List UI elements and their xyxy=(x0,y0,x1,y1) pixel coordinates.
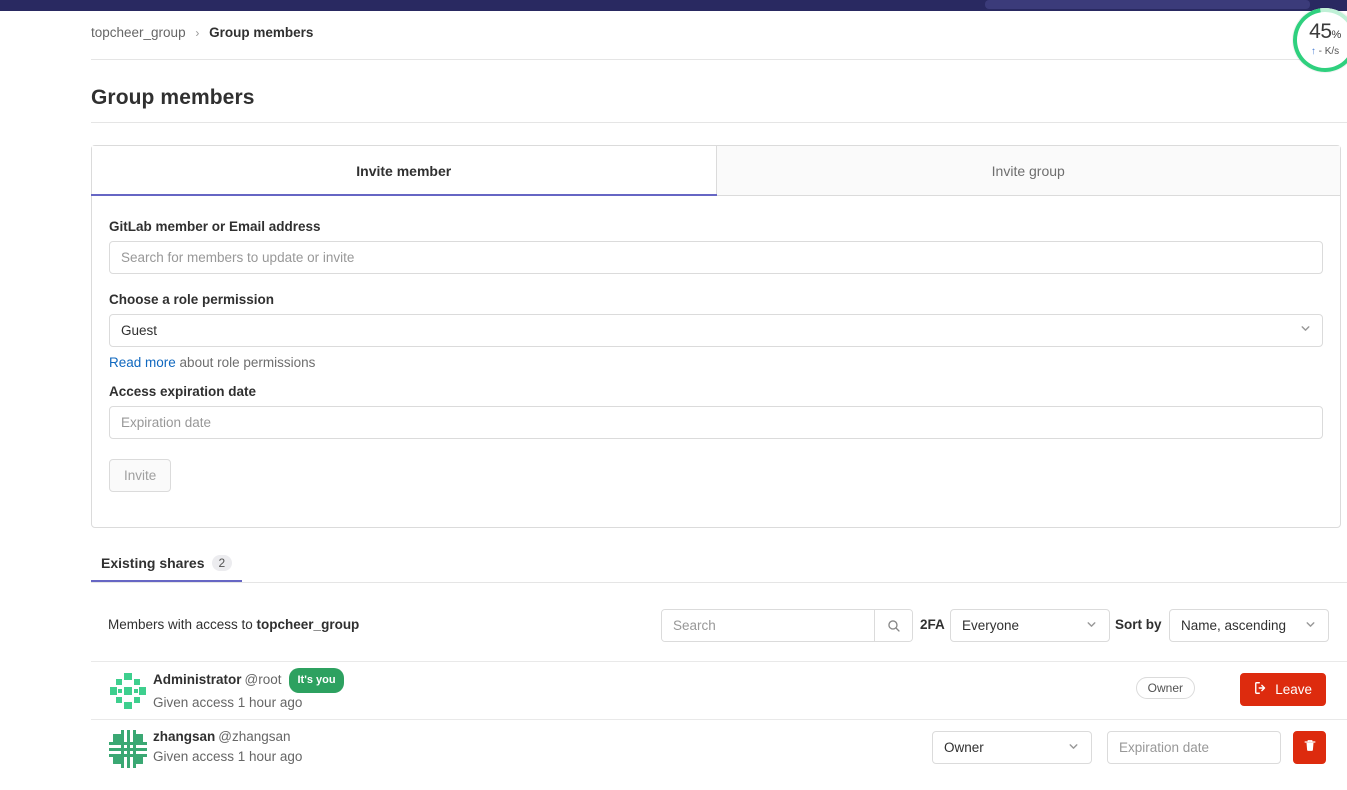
invite-form: GitLab member or Email address Choose a … xyxy=(92,196,1340,492)
members-caption: Members with access to topcheer_group xyxy=(108,617,359,632)
member-expiration-input[interactable] xyxy=(1107,731,1281,764)
members-filter-row: Members with access to topcheer_group 2F… xyxy=(91,604,1347,662)
top-navbar xyxy=(0,0,1347,11)
sign-out-icon xyxy=(1254,681,1268,698)
member-search-input[interactable] xyxy=(109,241,1323,274)
role-select[interactable]: Guest xyxy=(109,314,1323,347)
monitor-percent-unit: % xyxy=(1331,29,1342,41)
member-identity: Administrator @root It's you xyxy=(153,668,344,693)
member-access-text: Given access 1 hour ago xyxy=(153,749,303,764)
members-caption-group: topcheer_group xyxy=(256,617,360,632)
twofa-select-wrap: Everyone xyxy=(950,609,1110,642)
tab-invite-group[interactable]: Invite group xyxy=(716,146,1340,195)
status-badge: It's you xyxy=(289,668,344,693)
twofa-selected-value: Everyone xyxy=(962,618,1020,633)
role-select-wrap: Guest xyxy=(109,314,1323,347)
page-title: Group members xyxy=(91,86,255,110)
sort-by-label: Sort by xyxy=(1115,617,1162,632)
sort-selected-value: Name, ascending xyxy=(1181,618,1287,633)
monitor-percent: 45% xyxy=(1293,20,1347,44)
member-handle: @zhangsan xyxy=(218,729,291,744)
identicon-avatar[interactable] xyxy=(107,728,149,770)
read-more-rest: about role permissions xyxy=(175,355,316,370)
network-monitor-widget[interactable]: 45% ↑ - K/s xyxy=(1280,0,1347,85)
twofa-select[interactable]: Everyone xyxy=(950,609,1110,642)
identicon-avatar[interactable] xyxy=(107,670,149,712)
members-search-group xyxy=(661,609,913,642)
chevron-down-icon xyxy=(1067,740,1080,756)
table-row: zhangsan @zhangsan Given access 1 hour ag… xyxy=(91,720,1347,778)
title-divider xyxy=(91,122,1347,123)
breadcrumb: topcheer_group › Group members xyxy=(91,25,313,40)
header-divider xyxy=(91,59,1347,60)
tab-invite-member[interactable]: Invite member xyxy=(91,146,717,196)
global-search-box[interactable] xyxy=(985,0,1310,9)
shares-tabbar: Existing shares 2 xyxy=(91,550,1347,583)
member-role-selected-value: Owner xyxy=(944,740,984,755)
existing-shares-count: 2 xyxy=(211,555,233,571)
table-row: Administrator @root It's you Given access … xyxy=(91,662,1347,720)
monitor-percent-value: 45 xyxy=(1309,20,1332,43)
members-caption-prefix: Members with access to xyxy=(108,617,257,632)
member-name: zhangsan xyxy=(153,729,216,744)
invite-button[interactable]: Invite xyxy=(109,459,172,492)
member-handle: @root xyxy=(244,672,282,687)
member-info: Administrator @root It's you Given access … xyxy=(153,668,344,713)
member-role-select-wrap: Owner xyxy=(932,731,1092,764)
tab-existing-shares-label: Existing shares xyxy=(101,555,205,571)
member-name: Administrator xyxy=(153,672,242,687)
breadcrumb-current: Group members xyxy=(209,25,314,40)
member-field-label: GitLab member or Email address xyxy=(109,219,321,234)
delete-member-button[interactable] xyxy=(1293,731,1326,764)
chevron-down-icon xyxy=(1085,618,1098,634)
leave-button[interactable]: Leave xyxy=(1240,673,1326,706)
monitor-speed: ↑ - K/s xyxy=(1293,46,1347,57)
sort-select[interactable]: Name, ascending xyxy=(1169,609,1329,642)
invite-card: Invite member Invite group GitLab member… xyxy=(91,145,1341,528)
role-field-label: Choose a role permission xyxy=(109,292,275,307)
monitor-speed-value: - K/s xyxy=(1318,46,1340,57)
members-search-input[interactable] xyxy=(662,610,874,641)
tab-existing-shares[interactable]: Existing shares 2 xyxy=(91,555,243,582)
member-access-text: Given access 1 hour ago xyxy=(153,695,303,710)
read-more-link[interactable]: Read more xyxy=(109,355,176,370)
expiration-field-label: Access expiration date xyxy=(109,384,257,399)
leave-button-label: Leave xyxy=(1275,682,1312,697)
role-badge: Owner xyxy=(1135,677,1195,699)
role-help-text: Read more about role permissions xyxy=(109,355,1323,370)
invite-tabbar: Invite member Invite group xyxy=(91,146,1340,196)
expiration-date-input[interactable] xyxy=(109,406,1323,439)
member-role-select[interactable]: Owner xyxy=(932,731,1092,764)
twofa-label: 2FA xyxy=(920,617,945,632)
trash-icon xyxy=(1303,738,1317,758)
chevron-down-icon xyxy=(1304,618,1317,634)
member-identity: zhangsan @zhangsan xyxy=(153,726,302,747)
search-icon[interactable] xyxy=(874,610,912,641)
breadcrumb-group-link[interactable]: topcheer_group xyxy=(91,25,186,40)
sort-select-wrap: Name, ascending xyxy=(1169,609,1329,642)
member-info: zhangsan @zhangsan Given access 1 hour ag… xyxy=(153,726,302,767)
breadcrumb-separator-icon: › xyxy=(195,26,200,40)
upload-arrow-icon: ↑ xyxy=(1310,46,1316,57)
